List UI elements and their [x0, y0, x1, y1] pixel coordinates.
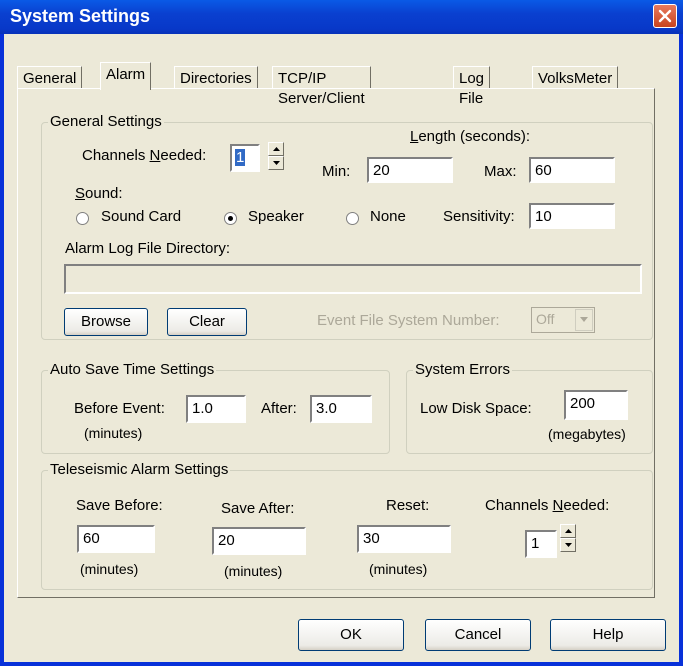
group-title: General Settings	[48, 113, 164, 130]
radio-speaker[interactable]	[224, 212, 237, 225]
spin-down-button[interactable]	[268, 156, 284, 170]
save-after-units: (minutes)	[224, 563, 283, 579]
low-disk-units: (megabytes)	[548, 426, 626, 442]
title-bar[interactable]: System Settings	[0, 0, 683, 34]
low-disk-label: Low Disk Space:	[420, 400, 532, 417]
log-dir-label: Alarm Log File Directory:	[65, 240, 231, 257]
event-fs-select[interactable]: Off	[531, 307, 595, 333]
sound-label: Sound:	[75, 185, 123, 202]
event-fs-label: Event File System Number:	[317, 312, 500, 329]
ok-button[interactable]: OK	[298, 619, 404, 651]
tab-alarm[interactable]: Alarm	[100, 62, 152, 90]
cancel-button[interactable]: Cancel	[425, 619, 531, 651]
after-label: After:	[261, 400, 297, 417]
browse-button[interactable]: Browse	[64, 308, 148, 336]
channels-needed-spinner[interactable]	[268, 142, 284, 170]
before-event-input[interactable]: 1.0	[186, 395, 246, 423]
before-event-label: Before Event:	[74, 400, 165, 417]
save-before-input[interactable]: 60	[77, 525, 155, 553]
tele-channels-spinner[interactable]	[560, 524, 576, 552]
help-button[interactable]: Help	[550, 619, 666, 651]
window-title: System Settings	[10, 6, 151, 26]
tab-label: General	[23, 70, 77, 87]
sensitivity-input[interactable]: 10	[529, 203, 615, 229]
spin-up-button[interactable]	[560, 524, 576, 538]
reset-input[interactable]: 30	[357, 525, 451, 553]
tab-label: VolksMeter	[538, 70, 613, 87]
channels-needed-input[interactable]: 1	[230, 144, 260, 172]
radio-none[interactable]	[346, 212, 359, 225]
save-before-units: (minutes)	[80, 561, 139, 577]
save-after-input[interactable]: 20	[212, 527, 306, 555]
tab-label: Directories	[180, 70, 252, 87]
spin-down-button[interactable]	[560, 538, 576, 552]
tele-channels-input[interactable]: 1	[525, 530, 557, 558]
after-input[interactable]: 3.0	[310, 395, 372, 423]
length-label: Length (seconds):	[410, 128, 531, 145]
max-input[interactable]: 60	[529, 157, 615, 183]
tab-directories[interactable]: Directories	[174, 66, 258, 88]
close-button[interactable]	[653, 4, 677, 28]
clear-button[interactable]: Clear	[167, 308, 247, 336]
radio-none-label[interactable]: None	[370, 208, 406, 225]
min-label: Min:	[322, 163, 351, 180]
reset-label: Reset:	[386, 497, 430, 514]
spin-up-button[interactable]	[268, 142, 284, 156]
system-settings-window: System Settings General Alarm Directorie…	[0, 0, 683, 666]
group-title: System Errors	[413, 361, 513, 378]
tele-channels-label: Channels Needed:	[485, 497, 610, 514]
channels-needed-value: 1	[235, 149, 246, 166]
radio-sound-card-label[interactable]: Sound Card	[101, 208, 181, 225]
min-input[interactable]: 20	[367, 157, 453, 183]
dropdown-button[interactable]	[575, 309, 593, 331]
tab-general[interactable]: General	[17, 66, 83, 88]
event-fs-value: Off	[536, 311, 555, 327]
tab-volksmeter[interactable]: VolksMeter	[532, 66, 619, 88]
sensitivity-label: Sensitivity:	[443, 208, 515, 225]
group-title: Auto Save Time Settings	[48, 361, 217, 378]
radio-speaker-label[interactable]: Speaker	[248, 208, 304, 225]
radio-sound-card[interactable]	[76, 212, 89, 225]
save-after-label: Save After:	[221, 500, 295, 517]
max-label: Max:	[484, 163, 517, 180]
low-disk-input[interactable]: 200	[564, 390, 628, 420]
tab-label: Alarm	[106, 66, 146, 83]
log-dir-input[interactable]	[64, 264, 642, 294]
tab-tcpip[interactable]: TCP/IP Server/Client	[272, 66, 371, 107]
auto-save-units: (minutes)	[84, 425, 143, 441]
save-before-label: Save Before:	[76, 497, 163, 514]
reset-units: (minutes)	[369, 561, 428, 577]
group-title: Teleseismic Alarm Settings	[48, 461, 231, 478]
channels-needed-label: Channels Needed:	[82, 147, 207, 164]
radio-selected-dot	[228, 216, 233, 221]
tab-log-file[interactable]: Log File	[453, 66, 491, 107]
